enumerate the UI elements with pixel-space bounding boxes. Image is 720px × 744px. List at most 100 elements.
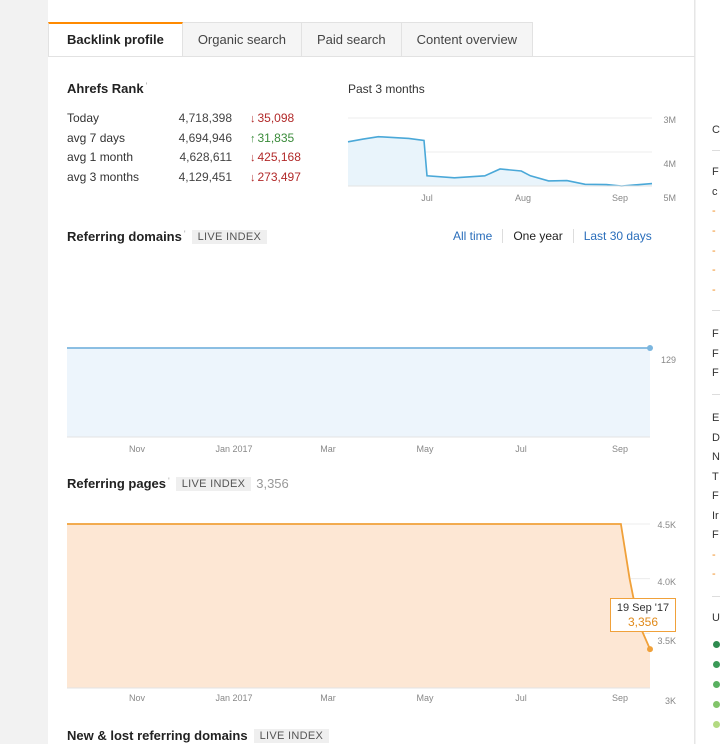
sidebar-divider xyxy=(712,394,720,395)
range-last-30-days[interactable]: Last 30 days xyxy=(572,229,662,243)
sidebar-text: F xyxy=(712,529,719,541)
sidebar-text: F xyxy=(712,328,719,340)
tab-bar: Backlink profile Organic search Paid sea… xyxy=(48,22,534,57)
y-tick-label: 5M xyxy=(663,193,676,203)
sidebar-text: U xyxy=(712,612,720,624)
x-tick-label: Nov xyxy=(129,444,146,454)
sidebar-text: N xyxy=(712,451,720,463)
rank-label: avg 3 months xyxy=(67,169,140,184)
tooltip-date: 19 Sep '17 xyxy=(616,602,670,614)
ahrefs-rank-heading: Ahrefs Rank ' xyxy=(67,81,147,96)
live-index-badge: LIVE INDEX xyxy=(175,477,252,491)
sidebar-text: C xyxy=(712,124,720,136)
x-tick-label: Mar xyxy=(320,444,336,454)
sidebar-divider xyxy=(712,150,720,151)
x-tick-label: Sep xyxy=(612,193,628,203)
rank-change: ↓ 273,497 xyxy=(250,170,301,184)
new-lost-title: New & lost referring domains xyxy=(67,728,248,743)
sidebar-mark: - xyxy=(712,264,716,276)
info-icon[interactable]: ' xyxy=(146,81,148,91)
sidebar-mark: - xyxy=(712,284,716,296)
rank-change-value: 425,168 xyxy=(257,150,301,165)
sidebar-text: F xyxy=(712,348,719,360)
rank-change-value: 35,098 xyxy=(257,111,295,125)
sidebar-divider xyxy=(712,310,720,311)
x-tick-label: Sep xyxy=(612,444,628,454)
sidebar-text: Ir xyxy=(712,510,719,522)
rank-label: avg 1 month xyxy=(67,150,134,165)
x-tick-label: Aug xyxy=(515,193,531,203)
sidebar-mark: - xyxy=(712,245,716,257)
rank-value: 4,718,398 xyxy=(178,111,232,125)
sidebar-text: c xyxy=(712,186,718,198)
tabs-divider xyxy=(48,56,695,57)
ahrefs-rank-table: Today 4,718,398 ↓ 35,098 avg 7 days 4,694… xyxy=(67,111,327,189)
rank-row-today: Today 4,718,398 ↓ 35,098 xyxy=(67,111,327,131)
live-index-badge: LIVE INDEX xyxy=(253,729,330,743)
legend-dot xyxy=(713,701,720,708)
referring-pages-title: Referring pages xyxy=(67,476,166,491)
arrow-down-icon: ↓ xyxy=(250,152,256,165)
live-index-badge: LIVE INDEX xyxy=(191,230,268,244)
range-one-year[interactable]: One year xyxy=(502,229,572,243)
sidebar-text: F xyxy=(712,166,719,178)
chart-tooltip: 19 Sep '17 3,356 xyxy=(610,598,676,632)
sidebar-text: D xyxy=(712,432,720,444)
date-range-selector: All time One year Last 30 days xyxy=(453,229,662,243)
referring-domains-title: Referring domains xyxy=(67,229,182,244)
sidebar-mark: - xyxy=(712,225,716,237)
tab-organic-search[interactable]: Organic search xyxy=(182,22,302,57)
x-tick-label: Nov xyxy=(129,693,146,703)
range-all-time[interactable]: All time xyxy=(453,229,502,243)
x-tick-label: May xyxy=(416,444,434,454)
new-lost-heading: New & lost referring domains LIVE INDEX xyxy=(67,728,330,743)
series-end-point xyxy=(647,646,653,653)
rank-change: ↓ 35,098 xyxy=(250,111,294,125)
sidebar-mark: - xyxy=(712,205,716,217)
rank-change-value: 31,835 xyxy=(257,130,295,145)
info-icon[interactable]: ' xyxy=(184,229,186,239)
sidebar-text: E xyxy=(712,412,720,424)
referring-domains-chart: Nov Jan 2017 Mar May Jul Sep 129 xyxy=(67,275,676,454)
x-tick-label: May xyxy=(416,693,434,703)
x-tick-label: Jul xyxy=(421,193,433,203)
y-tick-label: 129 xyxy=(661,355,676,365)
tab-paid-search[interactable]: Paid search xyxy=(301,22,402,57)
y-tick-label: 4.0K xyxy=(657,577,676,587)
y-tick-label: 4M xyxy=(663,159,676,169)
x-tick-label: Sep xyxy=(612,693,628,703)
ahrefs-rank-title: Ahrefs Rank xyxy=(67,81,144,96)
legend-dot xyxy=(713,721,720,728)
referring-pages-chart: Nov Jan 2017 Mar May Jul Sep 4.5K 4.0K 3.5K 3K xyxy=(67,520,676,706)
y-tick-label: 3K xyxy=(665,696,676,706)
rank-row-1-month: avg 1 month 4,628,611 ↓ 425,168 xyxy=(67,150,327,170)
x-tick-label: Mar xyxy=(320,693,336,703)
rank-change: ↓ 425,168 xyxy=(250,150,301,164)
info-icon[interactable]: ' xyxy=(168,476,170,486)
arrow-down-icon: ↓ xyxy=(250,113,256,125)
tab-backlink-profile[interactable]: Backlink profile xyxy=(48,22,183,57)
x-tick-label: Jul xyxy=(515,444,527,454)
rank-period-label: Past 3 months xyxy=(348,82,425,96)
y-tick-label: 3M xyxy=(663,115,676,125)
sidebar-text: F xyxy=(712,490,719,502)
tab-content-overview[interactable]: Content overview xyxy=(401,22,534,57)
arrow-up-icon: ↑ xyxy=(250,132,256,145)
y-tick-label: 3.5K xyxy=(657,636,676,646)
sidebar-mark: - xyxy=(712,568,716,580)
legend-dot xyxy=(713,641,720,648)
right-sidebar: C F c - - - - - F F F E D N T F Ir F - -… xyxy=(696,0,720,744)
rank-value: 4,628,611 xyxy=(179,150,233,165)
series-end-point xyxy=(647,345,653,351)
series-area xyxy=(67,524,650,688)
rank-value: 4,694,946 xyxy=(178,130,232,145)
referring-domains-heading: Referring domains ' LIVE INDEX xyxy=(67,229,268,244)
sidebar-text: T xyxy=(712,471,719,483)
rank-row-7-days: avg 7 days 4,694,946 ↑ 31,835 xyxy=(67,131,327,151)
legend-dot xyxy=(713,681,720,688)
y-tick-label: 4.5K xyxy=(657,520,676,530)
arrow-down-icon: ↓ xyxy=(250,171,256,184)
rank-label: Today xyxy=(67,111,100,125)
left-gutter xyxy=(0,0,48,744)
rank-change-value: 273,497 xyxy=(257,169,301,184)
